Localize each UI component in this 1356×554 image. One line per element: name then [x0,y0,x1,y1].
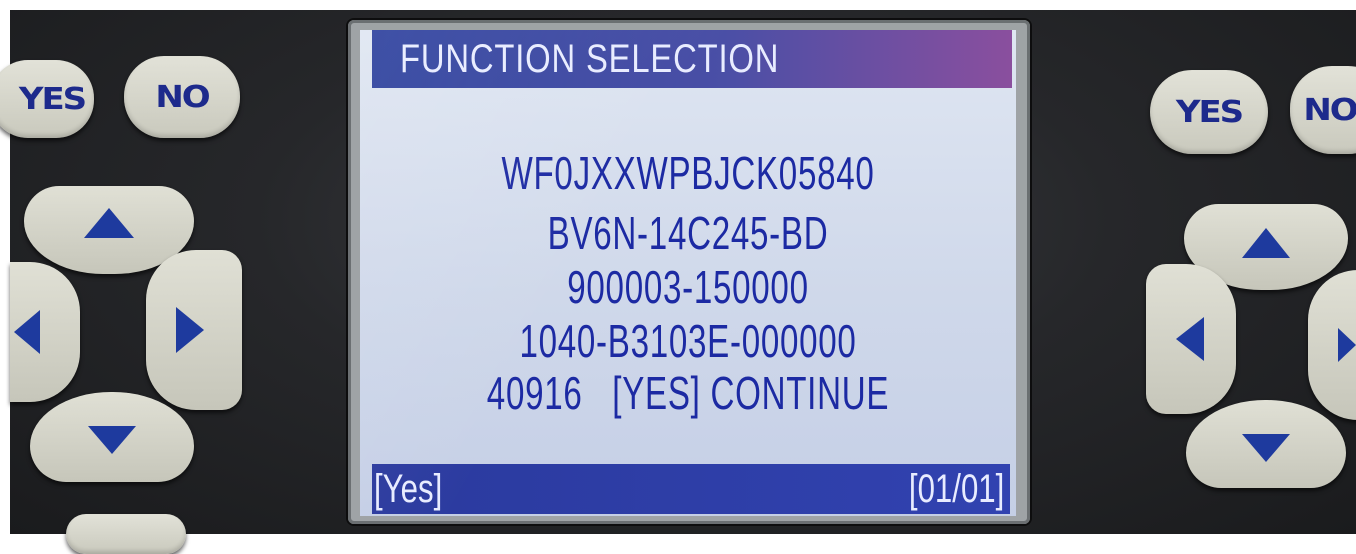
vin-line: WF0JXXWPBJCK05840 [501,147,875,199]
right-no-label: NO [1303,92,1356,128]
right-left-button[interactable] [1146,264,1236,414]
left-down-button[interactable] [30,392,194,482]
left-bottom-button[interactable] [66,514,186,554]
left-no-label: NO [155,79,210,115]
left-no-button[interactable]: NO [124,56,240,138]
right-yes-button[interactable]: YES [1150,70,1268,154]
left-yes-label: YES [18,81,87,117]
left-arrow-icon [14,310,40,354]
left-arrow-icon [1176,317,1204,361]
down-arrow-icon [1242,434,1290,462]
right-yes-label: YES [1175,94,1244,130]
calibration-line: 900003-150000 [567,261,809,313]
right-right-button[interactable] [1308,270,1356,420]
left-right-button[interactable] [146,250,242,410]
module-code-line: 1040-B3103E-000000 [519,315,857,367]
page-indicator: [01/01] [908,467,1004,511]
right-down-button[interactable] [1186,400,1346,488]
lcd-screen: FUNCTION SELECTION WF0JXXWPBJCK05840 BV6… [360,30,1016,516]
right-arrow-icon [1338,328,1356,362]
status-yes-label: [Yes] [374,467,443,511]
left-left-button[interactable] [10,262,80,402]
left-yes-button[interactable]: YES [0,60,94,138]
screen-title: FUNCTION SELECTION [400,37,780,81]
continue-prompt-line: 40916 [YES] CONTINUE [486,367,890,419]
status-bar: [Yes] [01/01] [372,464,1010,514]
part-number-line: BV6N-14C245-BD [547,207,829,259]
title-bar: FUNCTION SELECTION [372,30,1012,88]
down-arrow-icon [88,426,136,454]
right-arrow-icon [176,307,204,353]
